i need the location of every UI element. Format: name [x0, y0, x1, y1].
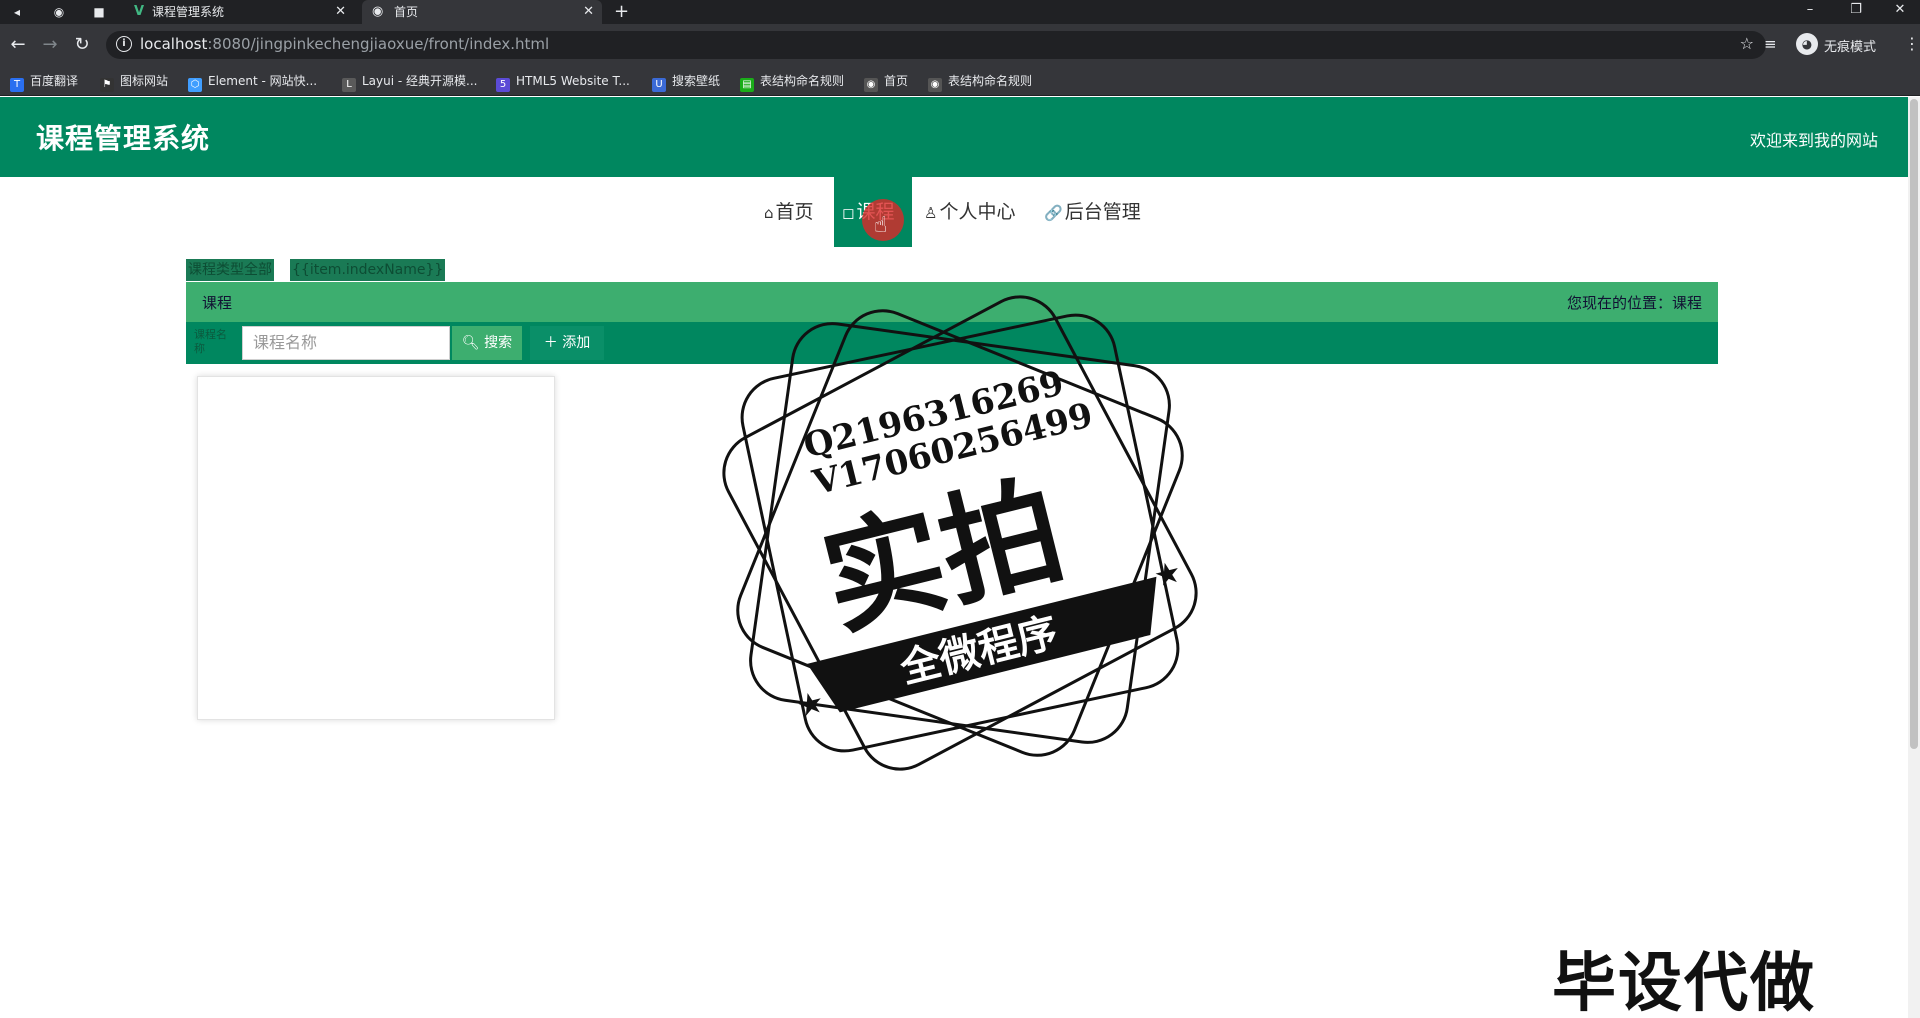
vue-logo-icon: V — [134, 4, 145, 19]
bookmark-item[interactable]: ◉ 首页 — [864, 72, 908, 92]
bookmark-item[interactable]: 5 HTML5 Website T... — [496, 72, 630, 92]
reading-list-icon[interactable]: ≡ — [1764, 35, 1777, 53]
section-title: 课程 — [202, 294, 233, 312]
bookmark-item[interactable]: ▤ 表结构命名规则 — [740, 72, 844, 92]
wallpaper-icon: U — [652, 78, 666, 92]
forward-arrow-icon[interactable]: → — [40, 35, 60, 55]
search-button[interactable]: 🔍︎ 搜索 — [452, 326, 522, 360]
home-icon: ⌂ — [764, 204, 774, 222]
speaker-icon[interactable]: ◂ — [8, 3, 26, 21]
bookmark-item[interactable]: ⬡ Element - 网站快... — [188, 72, 317, 92]
close-window-button[interactable]: ✕ — [1880, 0, 1920, 20]
new-tab-button[interactable]: + — [614, 0, 629, 24]
type-filter-all[interactable]: 课程类型全部 — [186, 259, 274, 281]
menu-dots-icon[interactable]: ⋮ — [1904, 34, 1920, 53]
link-icon: 🔗 — [1044, 204, 1063, 222]
star-icon: ★ — [793, 685, 828, 725]
nav-item-admin[interactable]: 🔗 后台管理 — [1044, 177, 1164, 247]
sheet-icon: ▤ — [740, 78, 754, 92]
user-icon: ♙ — [924, 204, 938, 222]
type-filter-item[interactable]: {{item.indexName}} — [290, 259, 446, 281]
add-button[interactable]: ＋ 添加 — [530, 326, 604, 360]
globe-icon: ◉ — [928, 78, 942, 92]
incognito-icon[interactable]: ◕ — [1796, 33, 1818, 55]
browser-tab-strip: ◂ ◉ ■ V 课程管理系统 ✕ ◉ 首页 ✕ + – ❐ ✕ — [0, 0, 1920, 24]
tab-window-icon[interactable]: ■ — [90, 3, 108, 21]
web-page: 课程管理系统 欢迎来到我的网站 ⌂首页 ◻ 课程 ♙个人中心 🔗后台管理 ☝ 课程… — [0, 97, 1908, 1018]
course-card[interactable] — [197, 376, 555, 720]
address-bar-row: ← → ↻ i localhost:8080/jingpinkechengjia… — [0, 24, 1920, 66]
bookmark-star-icon[interactable]: ☆ — [1740, 34, 1754, 53]
site-title: 课程管理系统 — [36, 122, 211, 155]
watermark-stamp: Q2196316269 V17060256499 实拍 全微程序 ★ ★ — [722, 295, 1198, 771]
nav-item-personal-center[interactable]: ♙ 个人中心 — [924, 177, 1044, 247]
star-icon: ★ — [1150, 554, 1185, 594]
location-text: 您现在的位置：课程 — [1566, 294, 1702, 312]
element-logo-icon: ⬡ — [188, 78, 202, 92]
bookmark-item[interactable]: ◉ 表结构命名规则 — [928, 72, 1032, 92]
address-bar[interactable]: i localhost:8080/jingpinkechengjiaoxue/f… — [106, 31, 1766, 59]
reload-icon[interactable]: ↻ — [72, 35, 92, 55]
close-tab-icon[interactable]: ✕ — [583, 0, 594, 24]
site-header: 课程管理系统 欢迎来到我的网站 — [0, 97, 1908, 177]
bookmark-item[interactable]: L Layui - 经典开源模... — [342, 72, 477, 92]
globe-icon: ◉ — [372, 4, 384, 19]
corner-watermark: 毕设代做 — [1552, 947, 1816, 1018]
browser-tab-course-system[interactable]: V 课程管理系统 ✕ — [124, 0, 354, 24]
plus-icon: ＋ — [543, 335, 558, 351]
close-tab-icon[interactable]: ✕ — [335, 0, 346, 24]
bookmark-item[interactable]: T 百度翻译 — [10, 72, 78, 92]
globe-icon: ◉ — [864, 78, 878, 92]
browser-tab-home[interactable]: ◉ 首页 ✕ — [362, 0, 602, 24]
site-info-icon[interactable]: i — [116, 36, 132, 52]
layui-logo-icon: L — [342, 78, 356, 92]
translate-icon: T — [10, 78, 24, 92]
back-arrow-icon[interactable]: ← — [8, 35, 28, 55]
restore-button[interactable]: ❐ — [1836, 0, 1876, 20]
search-icon: 🔍︎ — [461, 335, 480, 351]
bookmark-item[interactable]: ⚑ 图标网站 — [100, 72, 168, 92]
welcome-text: 欢迎来到我的网站 — [1749, 131, 1878, 150]
flag-icon: ⚑ — [100, 78, 114, 92]
incognito-label[interactable]: 无痕模式 — [1824, 36, 1876, 55]
bookmarks-bar: T 百度翻译 ⚑ 图标网站 ⬡ Element - 网站快... L Layui - 经… — [0, 66, 1920, 96]
scrollbar-thumb[interactable] — [1910, 99, 1918, 749]
book-icon: ◻ — [842, 204, 855, 222]
url-text[interactable]: localhost:8080/jingpinkechengjiaoxue/fro… — [140, 35, 549, 53]
course-name-input[interactable]: 课程名称 — [242, 326, 450, 360]
globe-icon[interactable]: ◉ — [50, 3, 68, 21]
html5-icon: 5 — [496, 78, 510, 92]
nav-item-home[interactable]: ⌂ 首页 — [764, 177, 834, 247]
search-field-label: 课程名称 — [194, 328, 227, 355]
minimize-button[interactable]: – — [1790, 0, 1830, 20]
hand-cursor-icon: ☝ — [874, 213, 888, 238]
bookmark-item[interactable]: U 搜索壁纸 — [652, 72, 720, 92]
page-scrollbar[interactable] — [1908, 97, 1920, 1018]
